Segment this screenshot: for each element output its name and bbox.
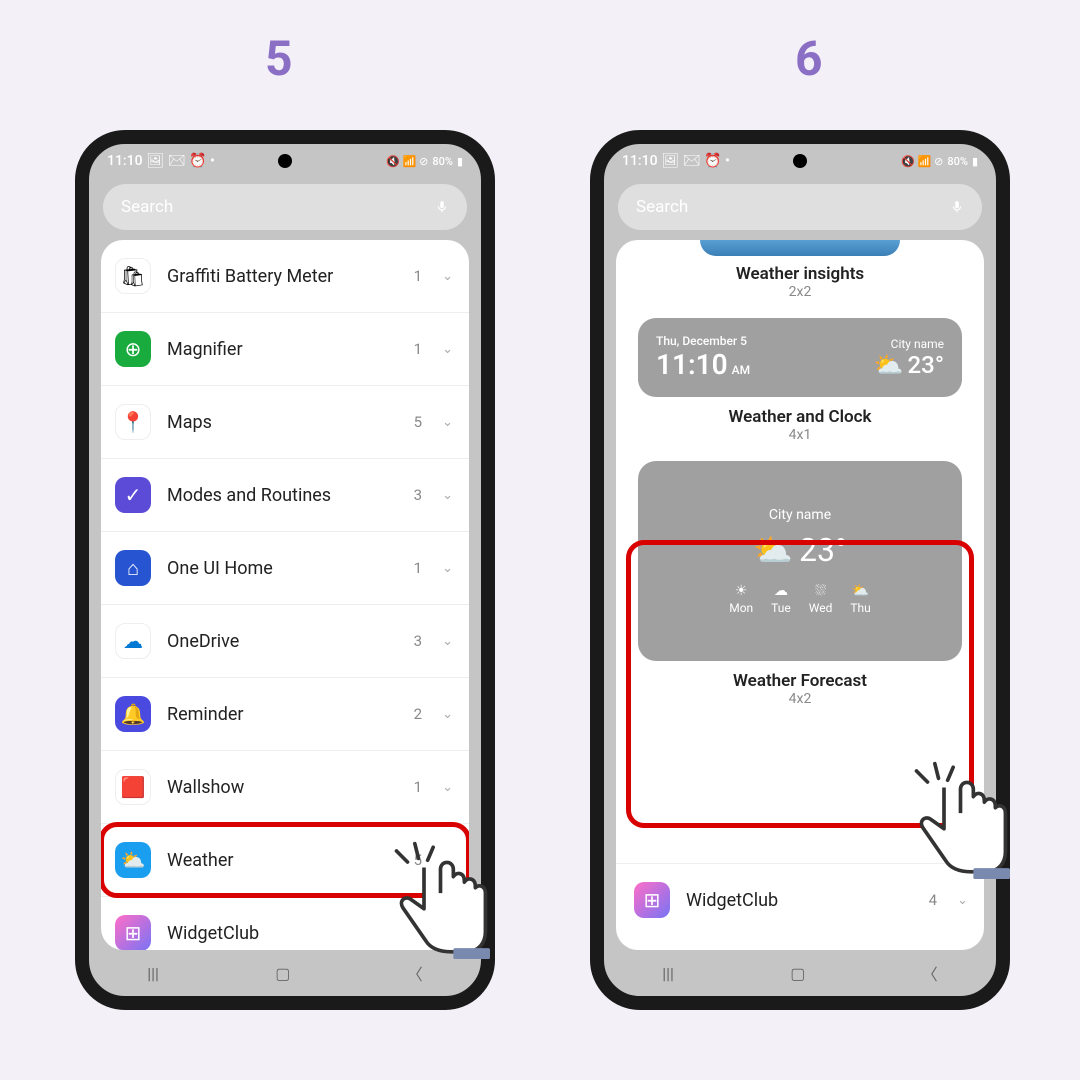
mic-icon[interactable] (950, 200, 964, 214)
camera-notch (793, 154, 807, 168)
app-icon-weather: ⛅ (115, 842, 151, 878)
widget-insights-preview-crop[interactable] (700, 240, 900, 256)
nav-back[interactable]: 〈 (922, 961, 938, 985)
nav-back[interactable]: 〈 (407, 961, 423, 985)
widget-preview-forecast[interactable]: City name ⛅23° ☀Mon ☁Tue ⛆Wed ⛅Thu (638, 461, 962, 661)
mic-icon[interactable] (435, 200, 449, 214)
status-icons-right: 🔇 📶 ⊘ 80%▮ (901, 155, 978, 168)
nav-home[interactable]: ▢ (790, 964, 805, 983)
weather-icon: ⛅ (753, 531, 793, 569)
search-placeholder: Search (121, 197, 173, 217)
list-item-maps[interactable]: 📍 Maps 5 ⌄ (101, 386, 469, 459)
nav-home[interactable]: ▢ (275, 964, 290, 983)
widget-size-clock: 4x1 (638, 427, 962, 443)
app-icon: ⌂ (115, 550, 151, 586)
tap-cursor-icon (380, 840, 490, 959)
app-icon: 📍 (115, 404, 151, 440)
weather-icon: ⛅ (874, 351, 904, 379)
widget-preview-clock[interactable]: Thu, December 5 11:10AM City name ⛅23° (638, 318, 962, 397)
step-number-5: 5 (265, 30, 293, 87)
list-item-wallshow[interactable]: 🟥 Wallshow 1 ⌄ (101, 751, 469, 824)
chevron-down-icon: ⌄ (442, 707, 453, 722)
camera-notch (278, 154, 292, 168)
nav-recents[interactable]: ||| (662, 964, 674, 983)
app-icon: 🟥 (115, 769, 151, 805)
clock-date: Thu, December 5 (656, 334, 750, 348)
chevron-down-icon: ⌄ (442, 780, 453, 795)
chevron-down-icon: ⌄ (442, 488, 453, 503)
chevron-down-icon: ⌄ (442, 342, 453, 357)
status-icons-left: 🖼 ✉ ⏰ • (147, 153, 215, 169)
app-icon: 🔔 (115, 696, 151, 732)
search-bar[interactable]: Search (618, 184, 982, 230)
widget-title-insights: Weather insights (638, 264, 962, 284)
list-item-magnifier[interactable]: ⊕ Magnifier 1 ⌄ (101, 313, 469, 386)
step-number-6: 6 (795, 30, 823, 87)
forecast-days: ☀Mon ☁Tue ⛆Wed ⛅Thu (729, 583, 871, 615)
list-item-oneui[interactable]: ⌂ One UI Home 1 ⌄ (101, 532, 469, 605)
list-item-modes[interactable]: ✓ Modes and Routines 3 ⌄ (101, 459, 469, 532)
app-icon: ⊕ (115, 331, 151, 367)
widget-title-clock: Weather and Clock (638, 407, 962, 427)
status-battery: 80% (947, 155, 968, 168)
app-icon: ⊞ (634, 882, 670, 918)
widget-title-forecast: Weather Forecast (638, 671, 962, 691)
search-bar[interactable]: Search (103, 184, 467, 230)
widget-size-forecast: 4x2 (638, 691, 962, 707)
tap-cursor-icon (900, 760, 1010, 879)
navigation-bar: ||| ▢ 〈 (604, 950, 996, 996)
chevron-down-icon: ⌄ (442, 634, 453, 649)
list-item-graffiti[interactable]: 🛍 Graffiti Battery Meter 1 ⌄ (101, 240, 469, 313)
nav-recents[interactable]: ||| (147, 964, 159, 983)
list-item-onedrive[interactable]: ☁ OneDrive 3 ⌄ (101, 605, 469, 678)
app-icon: ☁ (115, 623, 151, 659)
status-time: 11:10 (107, 153, 143, 169)
app-icon: ⊞ (115, 915, 151, 950)
status-time: 11:10 (622, 153, 658, 169)
chevron-down-icon: ⌄ (442, 269, 453, 284)
forecast-city: City name (769, 507, 831, 523)
search-placeholder: Search (636, 197, 688, 217)
app-icon: 🛍 (115, 258, 151, 294)
app-icon: ✓ (115, 477, 151, 513)
chevron-down-icon: ⌄ (442, 415, 453, 430)
chevron-down-icon: ⌄ (442, 561, 453, 576)
status-icons-right: 🔇 📶 ⊘ 80%▮ (386, 155, 463, 168)
widget-size-insights: 2x2 (638, 284, 962, 300)
list-item-reminder[interactable]: 🔔 Reminder 2 ⌄ (101, 678, 469, 751)
chevron-down-icon: ⌄ (957, 893, 968, 908)
status-battery: 80% (432, 155, 453, 168)
status-icons-left: 🖼 ✉ ⏰ • (662, 153, 730, 169)
clock-city: City name (874, 337, 944, 351)
